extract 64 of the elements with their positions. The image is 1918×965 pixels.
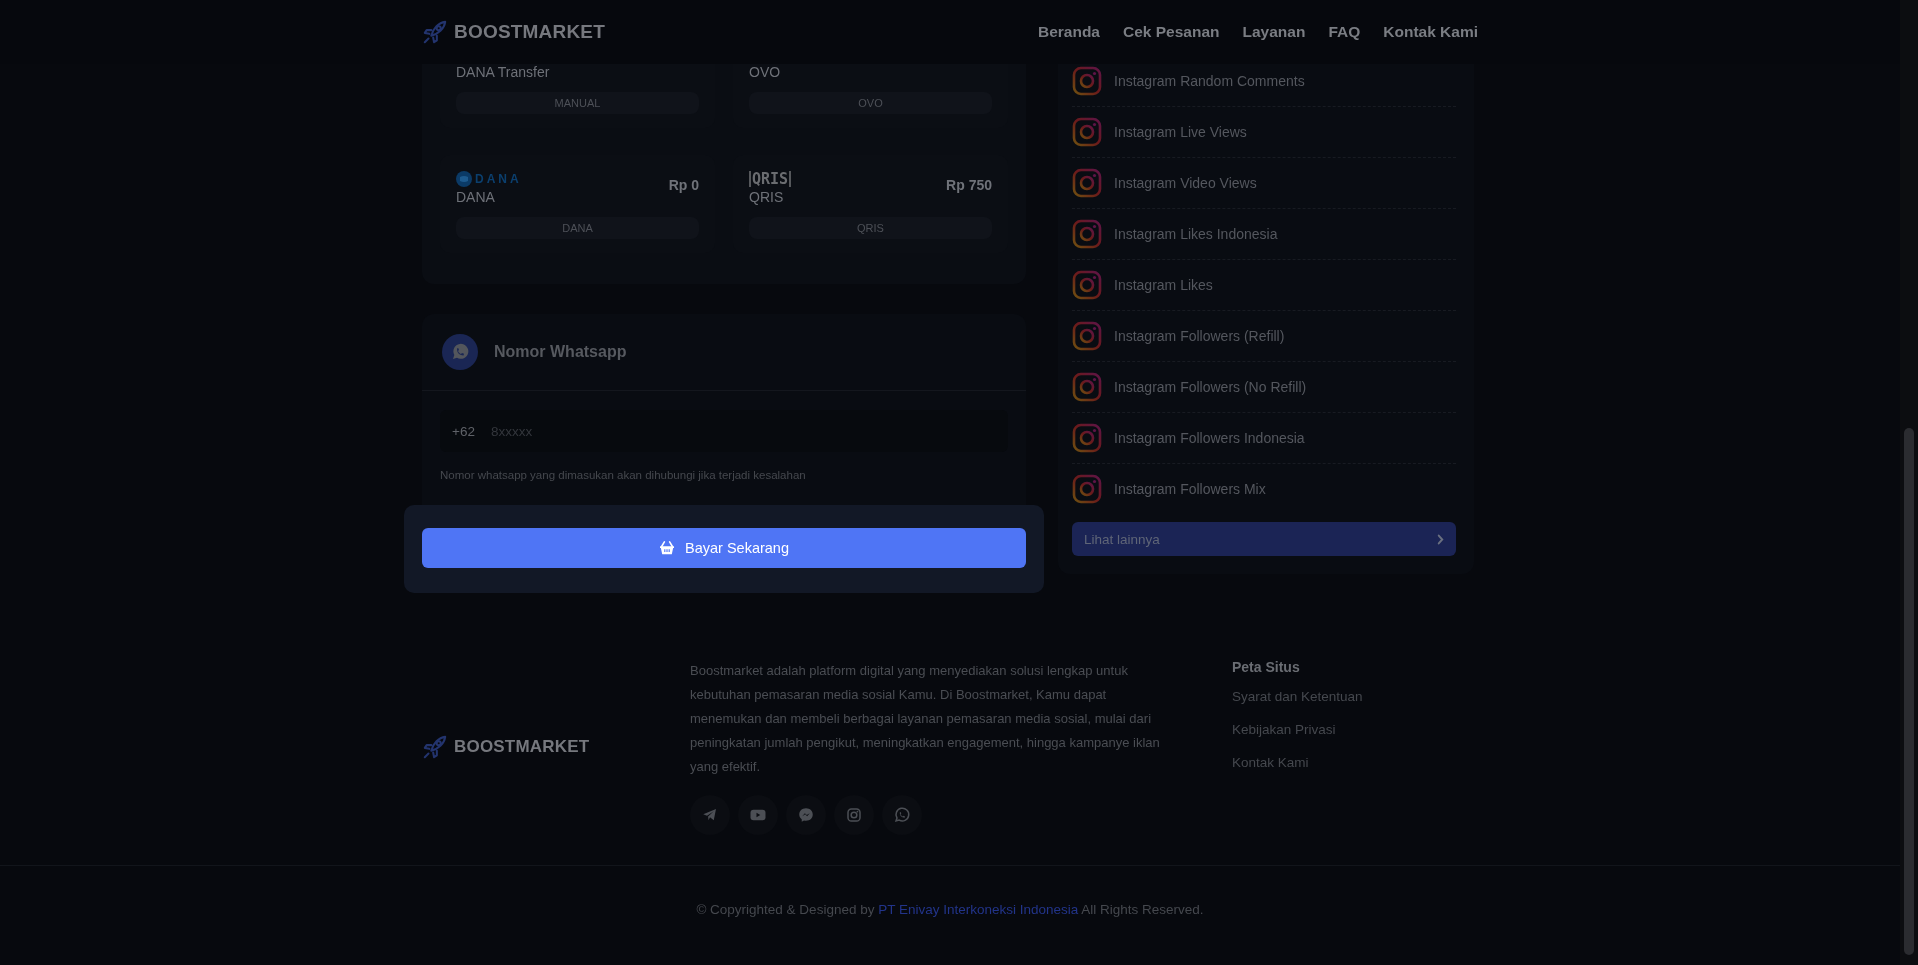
service-item[interactable]: Instagram Likes Indonesia: [1072, 209, 1456, 260]
service-item[interactable]: Instagram Video Views: [1072, 158, 1456, 209]
brand-name[interactable]: BOOSTMARKET: [454, 21, 606, 43]
social-link[interactable]: [882, 795, 922, 835]
method-name: QRIS: [749, 189, 785, 205]
footer-link[interactable]: Kebijakan Privasi: [1232, 722, 1336, 737]
price-text: Rp 750: [946, 177, 992, 193]
card-title: Nomor Whatsapp: [494, 343, 627, 361]
rocket-icon: [422, 734, 448, 760]
nav-link[interactable]: Kontak Kami: [1383, 23, 1478, 41]
whatsapp-icon: [893, 806, 911, 824]
instagram-icon: [845, 806, 863, 824]
instagram-icon: [1072, 219, 1102, 249]
footer-link[interactable]: Syarat dan Ketentuan: [1232, 689, 1363, 704]
method-tag: MANUAL: [456, 92, 699, 114]
service-item[interactable]: Instagram Followers Indonesia: [1072, 413, 1456, 464]
social-link[interactable]: [690, 795, 730, 835]
see-more-button[interactable]: Lihat lainnya: [1072, 522, 1456, 556]
nav-link[interactable]: FAQ: [1328, 23, 1361, 41]
logo-text: DANA: [475, 172, 522, 186]
help-text: Nomor whatsapp yang dimasukan akan dihubungi jika terjadi kesalahan: [440, 469, 807, 481]
method-name: OVO: [749, 64, 782, 80]
wallet-icon: [456, 171, 472, 187]
whatsapp-icon: [442, 334, 478, 370]
service-item[interactable]: Instagram Followers (Refill): [1072, 311, 1456, 362]
copyright-text: © Copyrighted & Designed by PT Enivay Interkoneksi Indonesia All Rights Reserved.: [695, 902, 1205, 917]
method-tag: OVO: [749, 92, 992, 114]
nav-link[interactable]: Beranda: [1037, 23, 1100, 41]
method-name: DANA: [456, 189, 496, 205]
nav-link[interactable]: Cek Pesanan: [1123, 23, 1220, 41]
instagram-icon: [1072, 66, 1102, 96]
service-item[interactable]: Instagram Random Comments: [1072, 64, 1456, 107]
nav-link[interactable]: Layanan: [1242, 23, 1306, 41]
company-link[interactable]: PT Enivay Interkoneksi Indonesia: [878, 902, 1079, 917]
about-text: Boostmarket adalah platform digital yang menyediakan solusi lengkap untuk kebutuhan pemasaran media sosial Kamu. Di Boostmarket, Kamu dapat menemukan dan membeli berbagai layanan pemasaran media sosial, mulai dari peningkatan jumlah pengikut, meningkatkan engagement, hingga kampanye iklan yang efektif.: [690, 662, 1161, 776]
instagram-icon: [1072, 423, 1102, 453]
section-heading: Peta Situs: [1232, 659, 1300, 675]
rocket-icon: [422, 19, 448, 45]
price-text: Rp 0: [668, 177, 699, 193]
instagram-icon: [1072, 270, 1102, 300]
scrollbar-thumb[interactable]: [1904, 428, 1914, 955]
country-code: +62: [440, 410, 491, 452]
service-item[interactable]: Instagram Live Views: [1072, 107, 1456, 158]
social-link[interactable]: [834, 795, 874, 835]
brand-name[interactable]: BOOSTMARKET: [454, 737, 590, 757]
method-tag: DANA: [456, 217, 699, 239]
instagram-icon: [1072, 168, 1102, 198]
instagram-icon: [1072, 372, 1102, 402]
instagram-icon: [1072, 321, 1102, 351]
basket-icon: [659, 541, 675, 555]
social-link[interactable]: [738, 795, 778, 835]
social-link[interactable]: [786, 795, 826, 835]
method-name: DANA Transfer: [456, 64, 551, 80]
service-item[interactable]: Instagram Followers Mix: [1072, 464, 1456, 514]
logo-text: QRIS: [749, 171, 792, 187]
chevron-right-icon: [1437, 533, 1444, 545]
instagram-icon: [1072, 117, 1102, 147]
instagram-icon: [1072, 474, 1102, 504]
service-item[interactable]: Instagram Followers (No Refill): [1072, 362, 1456, 413]
method-tag: QRIS: [749, 217, 992, 239]
service-item[interactable]: Instagram Likes: [1072, 260, 1456, 311]
messenger-icon: [797, 806, 815, 824]
footer-link[interactable]: Kontak Kami: [1232, 755, 1309, 770]
pay-button[interactable]: Bayar Sekarang: [422, 528, 1026, 568]
